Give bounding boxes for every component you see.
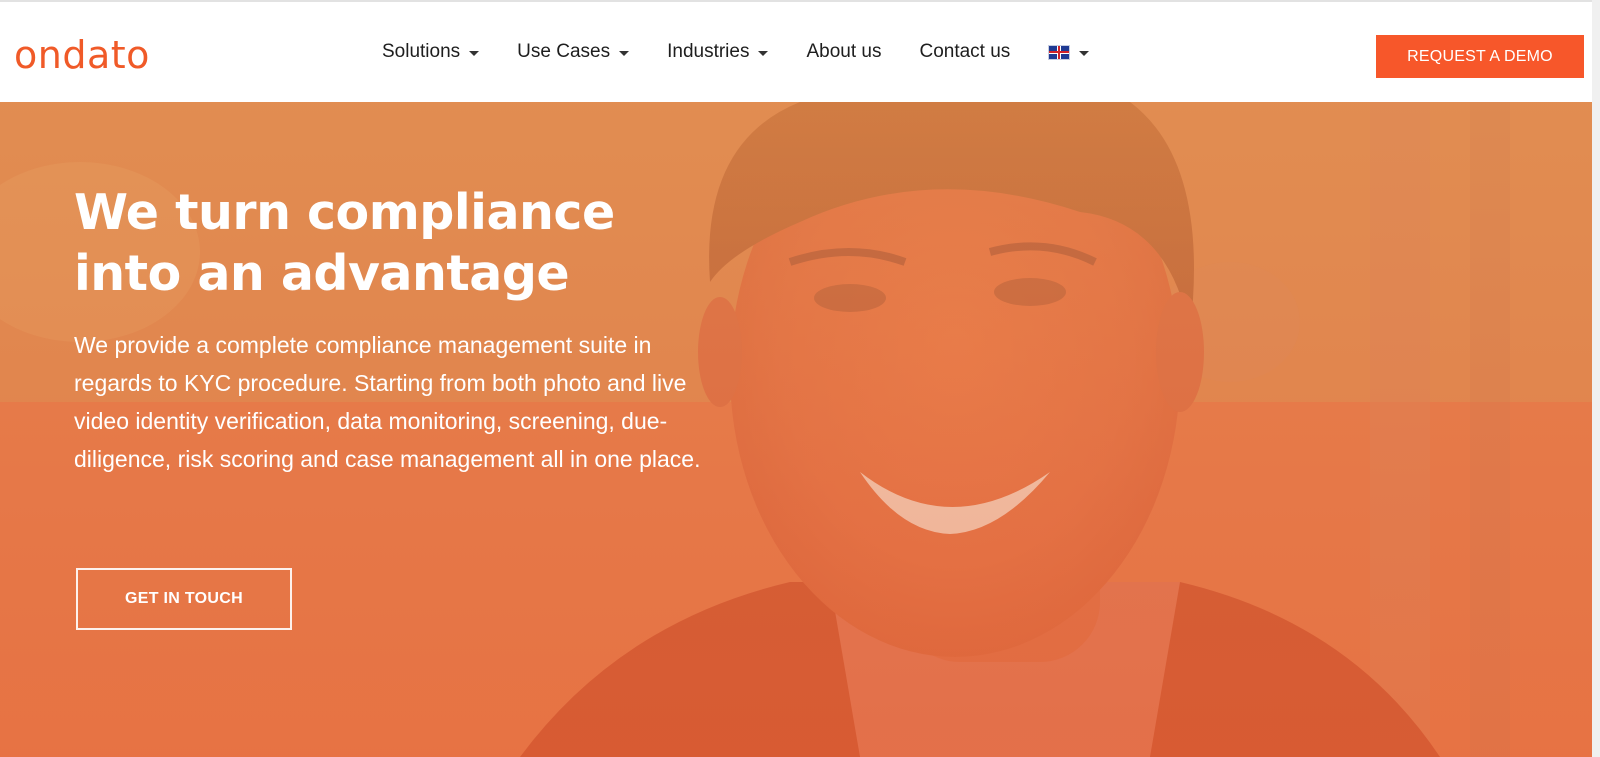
logo-text: ondato	[14, 33, 150, 77]
nav-item-label: Solutions	[382, 41, 461, 62]
hero-title-line2: into an advantage	[74, 245, 570, 302]
hero-title: We turn compliance into an advantage	[74, 182, 694, 304]
nav-item-label: About us	[806, 41, 882, 62]
window-edge	[1592, 0, 1600, 757]
caret-down-icon	[619, 50, 630, 56]
nav-item-industries[interactable]: Industries	[667, 41, 769, 63]
nav-item-solutions[interactable]: Solutions	[382, 41, 480, 63]
hero-description: We provide a complete compliance managem…	[74, 332, 701, 472]
nav-item-use-cases[interactable]: Use Cases	[517, 41, 630, 63]
uk-flag-icon	[1048, 44, 1071, 60]
nav-item-label: Use Cases	[517, 41, 611, 62]
ondato-logo[interactable]: ondato	[14, 32, 150, 78]
nav-item-label: Contact us	[919, 41, 1011, 62]
nav-item-label: Industries	[667, 41, 750, 62]
main-navigation: Solutions Use Cases Industries About us …	[382, 32, 1127, 72]
hero-section: We turn compliance into an advantage We …	[0, 102, 1600, 757]
caret-down-icon	[1079, 50, 1090, 56]
caret-down-icon	[469, 50, 480, 56]
language-selector[interactable]	[1048, 44, 1090, 60]
hero-title-line1: We turn compliance	[74, 184, 615, 241]
request-demo-button[interactable]: REQUEST A DEMO	[1376, 35, 1584, 78]
nav-item-contact-us[interactable]: Contact us	[919, 41, 1010, 63]
get-in-touch-button[interactable]: GET IN TOUCH	[76, 568, 292, 630]
site-header: ondato Solutions Use Cases Industries Ab…	[0, 2, 1600, 102]
nav-item-about-us[interactable]: About us	[806, 41, 881, 63]
caret-down-icon	[758, 50, 769, 56]
